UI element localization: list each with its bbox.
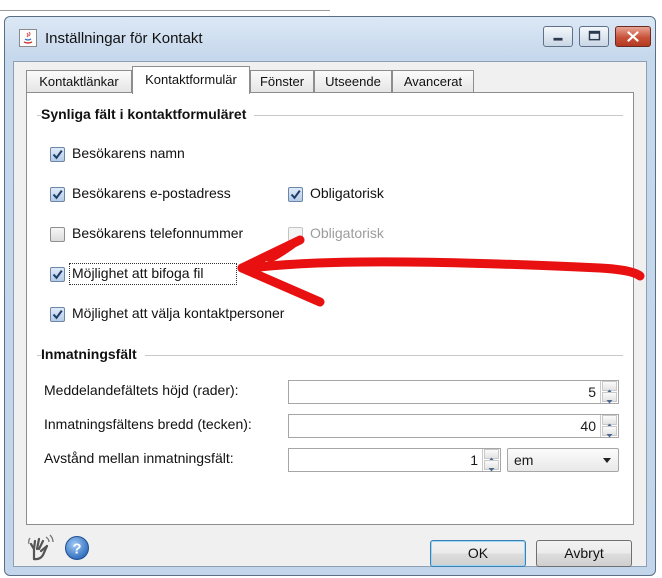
checkmark-icon [290, 190, 301, 200]
window-title: Inställningar för Kontakt [45, 30, 203, 47]
checkmark-icon [52, 150, 63, 160]
close-button[interactable] [615, 26, 651, 47]
choose-contacts-checkbox[interactable] [50, 307, 65, 322]
spinner-arrows [600, 415, 618, 438]
field-width-label: Inmatningsfältens bredd (tecken): [44, 416, 252, 432]
spinner-arrows [482, 449, 500, 472]
minimize-icon [553, 37, 563, 41]
spacing-label: Avstånd mellan inmatningsfält: [44, 450, 234, 466]
attach-file-label: Möjlighet att bifoga fil [72, 265, 204, 281]
visitor-name-checkbox[interactable] [50, 147, 65, 162]
checkmark-icon [52, 270, 63, 280]
phone-required-label: Obligatorisk [310, 225, 384, 241]
spin-up-icon[interactable] [602, 415, 617, 427]
chevron-down-icon [603, 458, 611, 463]
input-fields-heading: Inmatningsfält [41, 346, 145, 362]
attach-file-checkbox[interactable] [50, 267, 65, 282]
svg-text:?: ? [72, 541, 81, 558]
checkmark-icon [52, 310, 63, 320]
spacing-spinner[interactable]: 1 [288, 448, 501, 472]
tab-kontaktformular[interactable]: Kontaktformulär [132, 66, 250, 94]
message-height-label: Meddelandefältets höjd (rader): [44, 382, 239, 398]
tab-fonster[interactable]: Fönster [250, 70, 314, 93]
spin-up-icon[interactable] [484, 449, 499, 461]
kontaktformular-panel: Synliga fält i kontaktformuläret Besökar… [26, 92, 634, 525]
close-icon [627, 31, 639, 42]
phone-required-checkbox [288, 227, 303, 242]
spin-up-icon[interactable] [602, 381, 617, 393]
dialog-client-area: Kontaktlänkar Kontaktformulär Fönster Ut… [13, 61, 647, 567]
message-height-spinner[interactable]: 5 [288, 380, 619, 404]
maximize-button[interactable] [579, 26, 609, 47]
maximize-icon [588, 30, 601, 41]
visible-fields-heading: Synliga fält i kontaktformuläret [41, 106, 255, 122]
ok-button[interactable]: OK [430, 540, 526, 567]
email-required-label: Obligatorisk [310, 185, 384, 201]
checkmark-icon [52, 190, 63, 200]
visitor-email-label: Besökarens e-postadress [72, 185, 231, 201]
choose-contacts-label: Möjlighet att välja kontaktpersoner [72, 305, 285, 321]
visitor-name-label: Besökarens namn [72, 145, 185, 161]
spin-down-icon[interactable] [484, 460, 499, 472]
spacing-unit-value: em [514, 452, 534, 468]
spinner-arrows [600, 381, 618, 404]
field-width-spinner[interactable]: 40 [288, 414, 619, 438]
message-height-value: 5 [588, 384, 596, 400]
visitor-phone-label: Besökarens telefonnummer [72, 225, 244, 241]
minimize-button[interactable] [543, 26, 573, 47]
spin-down-icon[interactable] [602, 392, 617, 404]
visitor-email-checkbox[interactable] [50, 187, 65, 202]
background-line [0, 10, 330, 11]
spin-down-icon[interactable] [602, 426, 617, 438]
visitor-phone-checkbox[interactable] [50, 227, 65, 242]
email-required-checkbox[interactable] [288, 187, 303, 202]
title-bar[interactable]: Inställningar för Kontakt [5, 17, 655, 61]
settings-dialog: Inställningar för Kontakt Kontaktlänkar … [4, 16, 656, 576]
cancel-button[interactable]: Avbryt [536, 540, 632, 567]
java-app-icon [19, 29, 37, 47]
spacing-value: 1 [470, 452, 478, 468]
spacing-unit-select[interactable]: em [507, 448, 619, 472]
help-icon[interactable]: ? [64, 535, 90, 561]
tab-utseende[interactable]: Utseende [314, 70, 392, 93]
tab-avancerat[interactable]: Avancerat [392, 70, 474, 93]
hand-wave-icon[interactable] [26, 532, 56, 562]
field-width-value: 40 [580, 418, 596, 434]
tab-kontaktlankar[interactable]: Kontaktlänkar [26, 70, 132, 93]
